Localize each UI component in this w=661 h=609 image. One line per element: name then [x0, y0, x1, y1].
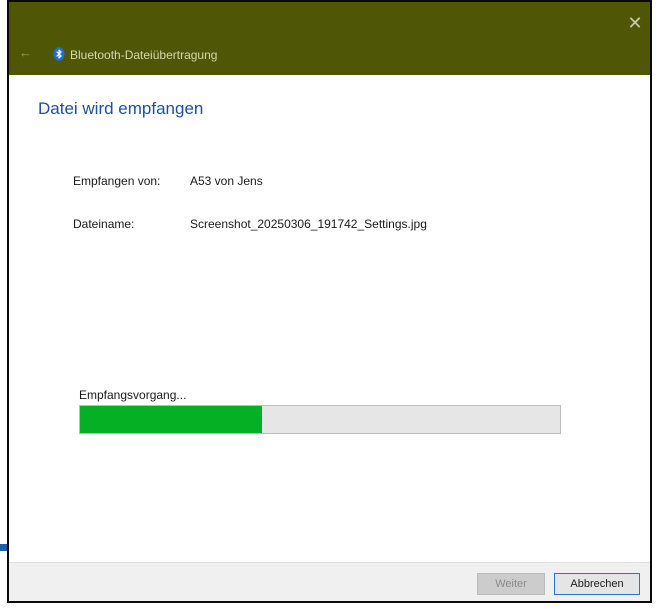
filename-value: Screenshot_20250306_191742_Settings.jpg — [190, 217, 427, 231]
progress-label: Empfangsvorgang... — [79, 388, 187, 402]
filename-label: Dateiname: — [73, 217, 135, 231]
title-bar: ✕ ← Bluetooth-Dateiübertragung — [9, 2, 650, 75]
cancel-button[interactable]: Abbrechen — [554, 573, 640, 595]
button-footer: Weiter Abbrechen — [9, 562, 650, 601]
page-title: Datei wird empfangen — [38, 99, 204, 118]
received-from-label: Empfangen von: — [73, 174, 161, 188]
next-button[interactable]: Weiter — [477, 573, 545, 595]
progress-bar — [79, 405, 561, 434]
back-arrow-icon[interactable]: ← — [19, 46, 32, 60]
received-from-value: A53 von Jens — [190, 174, 263, 188]
window-title: Bluetooth-Dateiübertragung — [70, 48, 218, 62]
progress-fill — [80, 406, 263, 433]
dialog-window: ✕ ← Bluetooth-Dateiübertragung Datei wir… — [7, 0, 652, 603]
close-icon[interactable]: ✕ — [626, 14, 644, 32]
bluetooth-icon — [53, 47, 65, 61]
